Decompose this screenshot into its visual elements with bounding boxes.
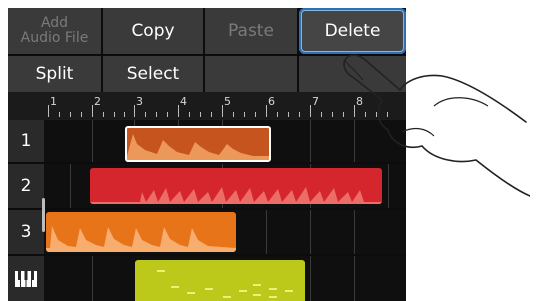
- ruler-minor-tick: [124, 112, 125, 117]
- track-4[interactable]: [8, 256, 406, 301]
- paste-button[interactable]: Paste: [205, 8, 297, 54]
- ruler-tick: [92, 105, 93, 117]
- ruler-bar-3: 3: [136, 95, 143, 108]
- ruler-tick: [48, 105, 49, 117]
- ruler-minor-tick: [233, 112, 234, 117]
- audio-region-track-1[interactable]: [125, 126, 271, 162]
- ruler-bar-2: 2: [94, 95, 101, 108]
- ruler-minor-tick: [211, 112, 212, 117]
- copy-button[interactable]: Copy: [103, 8, 203, 54]
- ruler-minor-tick: [255, 112, 256, 117]
- piano-keys-icon: [15, 270, 37, 287]
- ruler-minor-tick: [167, 112, 168, 117]
- ruler-minor-tick: [244, 112, 245, 117]
- midi-notes: [157, 270, 293, 298]
- ruler-tick: [222, 105, 223, 117]
- ruler-bar-6: 6: [268, 95, 275, 108]
- ruler-minor-tick: [81, 112, 82, 117]
- track-label-4: [8, 256, 44, 301]
- select-button[interactable]: Select: [103, 56, 203, 92]
- vertical-scrollbar[interactable]: [42, 198, 45, 232]
- ruler-minor-tick: [299, 112, 300, 117]
- grid-line: [354, 256, 355, 301]
- track-label-3: 3: [8, 210, 44, 254]
- track-3[interactable]: 3: [8, 210, 406, 254]
- ruler-minor-tick: [288, 112, 289, 117]
- grid-line: [92, 120, 93, 162]
- grid-line: [354, 210, 355, 254]
- grid-line: [310, 256, 311, 301]
- midi-region-track-4[interactable]: [135, 260, 305, 301]
- ruler-minor-tick: [103, 112, 104, 117]
- grid-line: [92, 256, 93, 301]
- ruler-minor-tick: [59, 112, 60, 117]
- add-audio-file-button[interactable]: Add Audio File: [8, 8, 101, 54]
- ruler-bar-7: 7: [312, 95, 319, 108]
- ruler-bar-4: 4: [180, 95, 187, 108]
- grid-line: [266, 210, 267, 254]
- ruler-tick: [178, 105, 179, 117]
- audio-region-track-3[interactable]: [46, 212, 236, 252]
- ruler-minor-tick: [156, 112, 157, 117]
- ruler-bar-5: 5: [224, 95, 231, 108]
- ruler-minor-tick: [70, 112, 71, 117]
- split-button[interactable]: Split: [8, 56, 101, 92]
- ruler-tick: [134, 105, 135, 117]
- waveform: [46, 226, 236, 252]
- waveform: [127, 134, 269, 160]
- grid-line: [310, 210, 311, 254]
- pointing-hand-icon: [343, 54, 530, 197]
- grid-line: [70, 164, 71, 208]
- ruler-bar-1: 1: [50, 95, 57, 108]
- ruler-minor-tick: [200, 112, 201, 117]
- add-label: Add: [40, 15, 69, 31]
- ruler-minor-tick: [321, 112, 322, 117]
- grid-line: [310, 120, 311, 162]
- empty-button: [205, 56, 297, 92]
- ruler-minor-tick: [189, 112, 190, 117]
- ruler-tick: [310, 105, 311, 117]
- track-label-2: 2: [8, 164, 44, 208]
- audio-file-label: Audio File: [20, 30, 89, 46]
- ruler-minor-tick: [145, 112, 146, 117]
- ruler-tick: [266, 105, 267, 117]
- track-label-1: 1: [8, 120, 44, 162]
- ruler-minor-tick: [277, 112, 278, 117]
- ruler-minor-tick: [114, 112, 115, 117]
